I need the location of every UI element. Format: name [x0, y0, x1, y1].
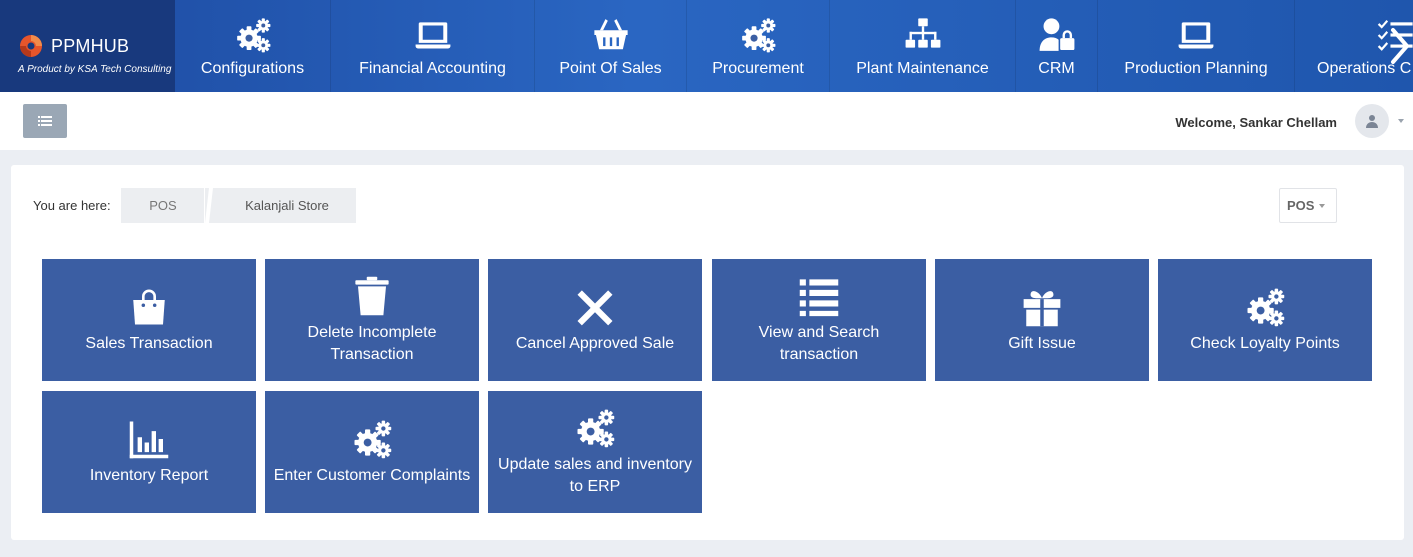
- welcome-text: Welcome, Sankar Chellam: [1175, 115, 1337, 130]
- tile-label: View and Search transaction: [758, 323, 880, 363]
- nav-label: Configurations: [200, 60, 305, 77]
- breadcrumb-item-pos[interactable]: POS: [121, 188, 205, 223]
- chevron-down-icon: [1319, 203, 1326, 208]
- gears-icon: [234, 16, 272, 54]
- tile-inventory-report[interactable]: Inventory Report: [42, 391, 256, 513]
- brand-tagline: A Product by KSA Tech Consulting: [18, 64, 172, 75]
- tile-label: Update sales and inventory to ERP: [498, 455, 692, 495]
- menu-toggle-button[interactable]: [23, 104, 67, 138]
- nav-label: Point Of Sales: [559, 60, 662, 77]
- tile-label: Enter Customer Complaints: [273, 466, 471, 484]
- bar-chart-icon: [128, 418, 170, 460]
- brand-name: PPMHUB: [51, 35, 130, 56]
- nav-item-crm[interactable]: CRM: [1016, 0, 1098, 92]
- ppmhub-logo-icon: [20, 35, 42, 57]
- list-icon: [798, 275, 840, 317]
- chevron-down-icon[interactable]: [1398, 119, 1404, 123]
- tile-sales-transaction[interactable]: Sales Transaction: [42, 259, 256, 381]
- nav-item-plant-maintenance[interactable]: Plant Maintenance: [830, 0, 1016, 92]
- tile-delete-incomplete-transaction[interactable]: Delete Incomplete Transaction: [265, 259, 479, 381]
- gift-icon: [1021, 286, 1063, 328]
- pos-select[interactable]: POS: [1279, 188, 1337, 223]
- tile-cancel-approved-sale[interactable]: Cancel Approved Sale: [488, 259, 702, 381]
- brand[interactable]: PPMHUB A Product by KSA Tech Consulting: [0, 0, 175, 92]
- nav-item-production-planning[interactable]: Production Planning: [1098, 0, 1295, 92]
- list-icon: [38, 116, 52, 126]
- basket-icon: [592, 16, 630, 54]
- breadcrumb-item-store[interactable]: Kalanjali Store: [218, 188, 356, 223]
- tile-gift-issue[interactable]: Gift Issue: [935, 259, 1149, 381]
- user-lock-icon: [1038, 16, 1076, 54]
- breadcrumb-label: You are here:: [33, 198, 111, 213]
- nav-label: Plant Maintenance: [856, 60, 989, 77]
- nav-item-configurations[interactable]: Configurations: [175, 0, 331, 92]
- tile-update-sales-inventory-erp[interactable]: Update sales and inventory to ERP: [488, 391, 702, 513]
- tile-enter-customer-complaints[interactable]: Enter Customer Complaints: [265, 391, 479, 513]
- close-icon: [574, 286, 616, 328]
- breadcrumb-separator: [204, 188, 218, 223]
- nav-label: Financial Accounting: [359, 60, 506, 77]
- chevron-right-icon[interactable]: [1389, 26, 1411, 66]
- laptop-icon: [1177, 16, 1215, 54]
- gears-icon: [574, 407, 616, 449]
- gears-icon: [739, 16, 777, 54]
- tile-label: Sales Transaction: [85, 334, 213, 352]
- tile-label: Check Loyalty Points: [1190, 334, 1340, 352]
- pos-select-value: POS: [1287, 198, 1315, 213]
- shopping-bag-icon: [128, 286, 170, 328]
- nav-item-point-of-sales[interactable]: Point Of Sales: [535, 0, 687, 92]
- tile-check-loyalty-points[interactable]: Check Loyalty Points: [1158, 259, 1372, 381]
- avatar[interactable]: [1355, 104, 1389, 138]
- sitemap-icon: [904, 16, 942, 54]
- header-bar: Welcome, Sankar Chellam: [0, 92, 1413, 150]
- nav-label: Production Planning: [1124, 60, 1268, 77]
- top-navigation: PPMHUB A Product by KSA Tech Consulting …: [0, 0, 1413, 92]
- trash-icon: [351, 275, 393, 317]
- tile-view-search-transaction[interactable]: View and Search transaction: [712, 259, 926, 381]
- gears-icon: [1244, 286, 1286, 328]
- user-icon: [1366, 115, 1378, 128]
- brand-row: PPMHUB: [18, 33, 175, 59]
- tile-label: Cancel Approved Sale: [515, 334, 675, 352]
- tile-label: Inventory Report: [89, 466, 209, 484]
- nav-label: CRM: [1038, 60, 1075, 77]
- tile-label: Delete Incomplete Transaction: [307, 323, 437, 363]
- gears-icon: [351, 418, 393, 460]
- nav-item-financial-accounting[interactable]: Financial Accounting: [331, 0, 535, 92]
- nav-label: Procurement: [712, 60, 804, 77]
- laptop-icon: [414, 16, 452, 54]
- content-card: You are here: POS Kalanjali Store POS Sa…: [11, 165, 1404, 540]
- tile-label: Gift Issue: [1008, 334, 1076, 352]
- nav-item-procurement[interactable]: Procurement: [687, 0, 830, 92]
